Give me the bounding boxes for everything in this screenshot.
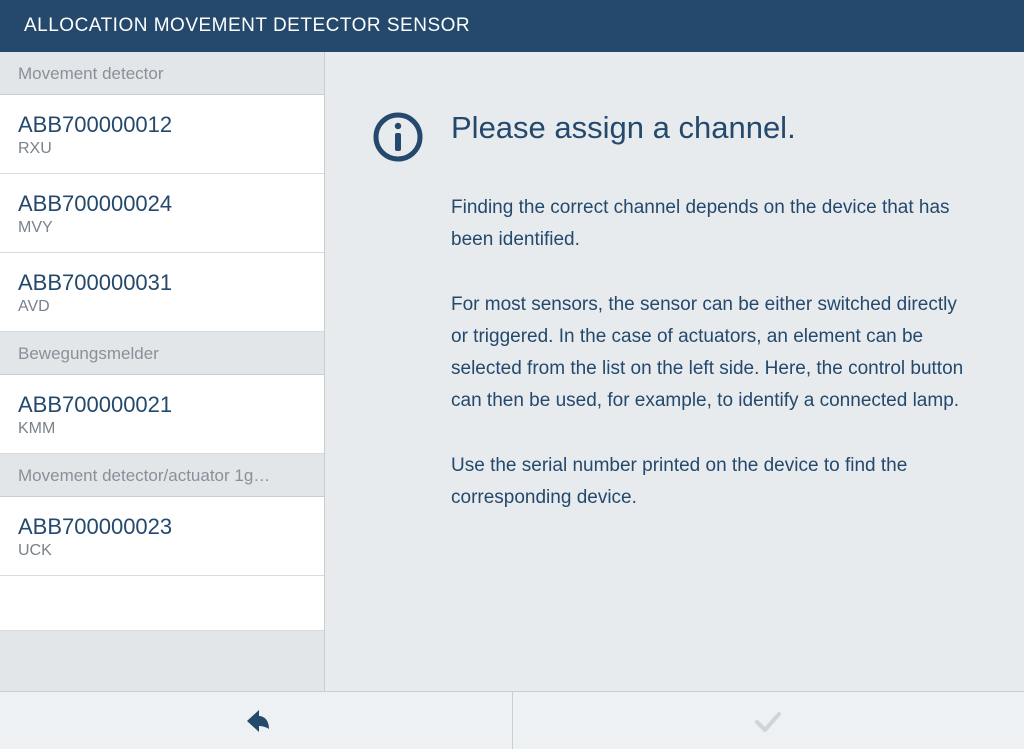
- footer-bar: [0, 691, 1024, 749]
- back-arrow-icon: [239, 704, 273, 738]
- section-header: Movement detector: [0, 52, 324, 95]
- section-header: Movement detector/actuator 1g…: [0, 454, 324, 497]
- check-icon: [751, 704, 785, 738]
- info-text-block: Please assign a channel. Finding the cor…: [451, 110, 968, 651]
- main-panel: Please assign a channel. Finding the cor…: [325, 52, 1024, 691]
- info-icon-container: [373, 110, 423, 651]
- info-paragraph: Use the serial number printed on the dev…: [451, 450, 968, 515]
- section-header: Bewegungsmelder: [0, 332, 324, 375]
- info-icon: [373, 112, 423, 162]
- device-code: RXU: [18, 140, 306, 158]
- device-code: KMM: [18, 420, 306, 438]
- device-serial: ABB700000024: [18, 191, 306, 217]
- device-serial: ABB700000021: [18, 392, 306, 418]
- device-list-item[interactable]: ABB700000012 RXU: [0, 95, 324, 174]
- device-code: MVY: [18, 219, 306, 237]
- device-sidebar: Movement detector ABB700000012 RXU ABB70…: [0, 52, 325, 691]
- confirm-button[interactable]: [513, 692, 1024, 749]
- device-list-item[interactable]: ABB700000031 AVD: [0, 253, 324, 332]
- device-code: AVD: [18, 298, 306, 316]
- device-code: UCK: [18, 542, 306, 560]
- device-serial: ABB700000023: [18, 514, 306, 540]
- title-text: ALLOCATION MOVEMENT DETECTOR SENSOR: [24, 15, 470, 37]
- device-serial: ABB700000031: [18, 270, 306, 296]
- info-paragraph: Finding the correct channel depends on t…: [451, 192, 968, 257]
- info-paragraph: For most sensors, the sensor can be eith…: [451, 289, 968, 418]
- assign-channel-heading: Please assign a channel.: [451, 110, 968, 146]
- device-list-item[interactable]: ABB700000021 KMM: [0, 375, 324, 454]
- content-area: Movement detector ABB700000012 RXU ABB70…: [0, 52, 1024, 691]
- back-button[interactable]: [0, 692, 513, 749]
- device-list-item[interactable]: ABB700000023 UCK: [0, 497, 324, 576]
- device-list-item[interactable]: ABB700000024 MVY: [0, 174, 324, 253]
- title-bar: ALLOCATION MOVEMENT DETECTOR SENSOR: [0, 0, 1024, 52]
- empty-list-space: [0, 576, 324, 631]
- device-serial: ABB700000012: [18, 112, 306, 138]
